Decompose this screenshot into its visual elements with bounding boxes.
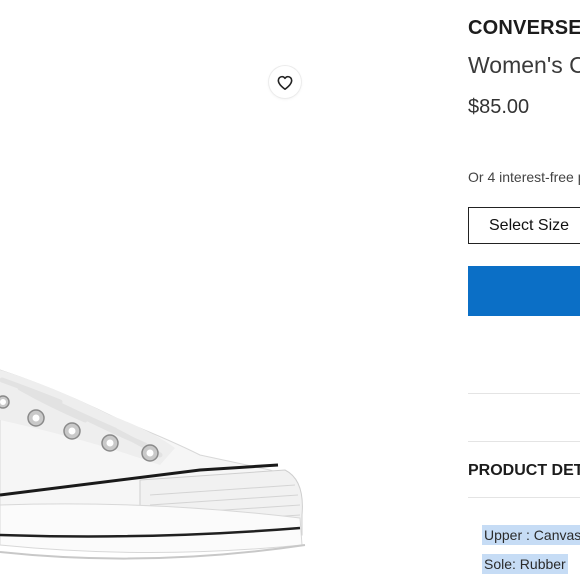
- product-page: CONVERSE Women's C $85.00 Or 4 interest-…: [0, 0, 580, 580]
- product-image-gallery[interactable]: [0, 0, 320, 580]
- divider: [468, 393, 580, 394]
- product-title: Women's C: [468, 52, 580, 78]
- product-price: $85.00: [468, 96, 530, 118]
- add-to-bag-button[interactable]: [468, 266, 580, 316]
- heart-icon: [277, 75, 293, 90]
- divider: [468, 441, 580, 442]
- product-details-heading[interactable]: PRODUCT DET: [468, 462, 580, 480]
- detail-item-sole: Sole: Rubber: [482, 554, 568, 574]
- detail-item-upper: Upper : Canvas: [482, 525, 580, 545]
- select-size-label: Select Size: [489, 216, 570, 234]
- product-brand: CONVERSE: [468, 17, 580, 39]
- installment-info[interactable]: Or 4 interest-free p: [468, 169, 580, 185]
- wishlist-button[interactable]: [269, 66, 301, 98]
- product-image: [0, 369, 306, 560]
- select-size-dropdown[interactable]: Select Size: [468, 207, 580, 244]
- divider: [468, 497, 580, 498]
